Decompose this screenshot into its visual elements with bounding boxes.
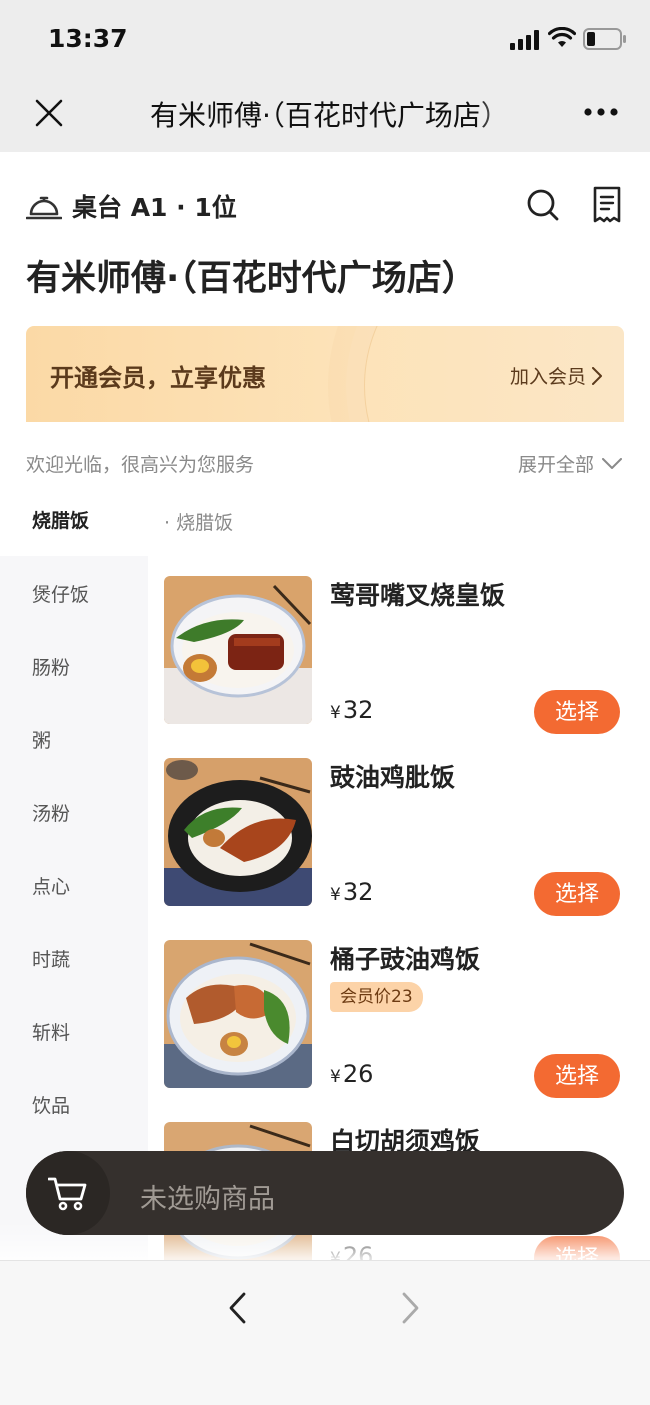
cart-button[interactable] bbox=[26, 1151, 110, 1235]
category-item-active[interactable]: 烧腊饭 bbox=[0, 482, 148, 556]
category-item[interactable]: 煲仔饭 bbox=[32, 580, 89, 607]
nav-title: 有米师傅·（百花时代广场店） bbox=[150, 99, 509, 132]
browser-toolbar bbox=[0, 1260, 650, 1405]
chevron-right-icon bbox=[592, 366, 602, 385]
price-value: 32 bbox=[342, 696, 374, 724]
currency-symbol: ¥ bbox=[330, 703, 341, 723]
member-price-badge: 会员价23 bbox=[330, 982, 423, 1012]
dish-photo bbox=[164, 576, 312, 724]
category-item[interactable]: 饮品 bbox=[32, 1091, 70, 1118]
service-bell-icon bbox=[26, 196, 62, 220]
dish-photo bbox=[164, 758, 312, 906]
select-button[interactable]: 选择 bbox=[534, 690, 620, 734]
receipt-icon[interactable] bbox=[592, 186, 622, 224]
battery-icon bbox=[583, 28, 626, 50]
category-item[interactable]: 肠粉 bbox=[32, 653, 70, 680]
dish-name: 豉油鸡肶饭 bbox=[330, 763, 456, 792]
join-membership-link[interactable]: 加入会员 bbox=[510, 362, 602, 389]
dish-name: 桶子豉油鸡饭 bbox=[330, 945, 481, 974]
nav-bar: 有米师傅·（百花时代广场店） bbox=[0, 78, 650, 152]
cart-icon bbox=[48, 1177, 87, 1211]
search-icon[interactable] bbox=[526, 188, 560, 222]
category-section-title: · 烧腊饭 bbox=[164, 512, 234, 534]
join-membership-label: 加入会员 bbox=[509, 366, 586, 388]
dish-card[interactable]: 豉油鸡肶饭 ¥32 选择 bbox=[164, 758, 624, 916]
forward-arrow-icon[interactable] bbox=[400, 1291, 422, 1325]
category-item[interactable]: 斩料 bbox=[32, 1018, 70, 1045]
category-item[interactable]: 汤粉 bbox=[32, 799, 70, 826]
currency-symbol: ¥ bbox=[330, 1067, 341, 1087]
shop-name: 有米师傅·（百花时代广场店） bbox=[26, 259, 477, 299]
membership-promo-text: 开通会员，立享优惠 bbox=[50, 364, 266, 392]
dish-name: 莺哥嘴叉烧皇饭 bbox=[330, 581, 506, 610]
select-button[interactable]: 选择 bbox=[534, 1054, 620, 1098]
dish-price: ¥26 bbox=[330, 1060, 373, 1088]
price-value: 32 bbox=[342, 878, 374, 906]
currency-symbol: ¥ bbox=[330, 885, 341, 905]
welcome-text: 欢迎光临，很高兴为您服务 bbox=[26, 454, 255, 476]
close-icon[interactable] bbox=[34, 98, 64, 128]
expand-all-label: 展开全部 bbox=[517, 454, 594, 476]
category-item[interactable]: 粥 bbox=[32, 726, 51, 753]
dish-card[interactable]: 桶子豉油鸡饭 会员价23 ¥26 选择 bbox=[164, 940, 624, 1098]
table-info: 桌台 A1 · 1位 bbox=[26, 188, 237, 224]
table-label: 桌台 A1 · 1位 bbox=[72, 193, 237, 222]
cart-empty-text: 未选购商品 bbox=[140, 1184, 275, 1215]
wifi-icon bbox=[548, 27, 576, 47]
menu-page: 桌台 A1 · 1位 有米师傅·（百花时代广场店） 开通会员，立享优惠 加入会员… bbox=[0, 152, 650, 1260]
expand-all-button[interactable]: 展开全部 bbox=[518, 450, 622, 477]
cart-bar[interactable]: 未选购商品 bbox=[26, 1151, 624, 1235]
status-time: 13:37 bbox=[48, 24, 128, 53]
signal-icon bbox=[510, 30, 539, 50]
more-icon[interactable] bbox=[584, 107, 618, 117]
membership-banner[interactable]: 开通会员，立享优惠 加入会员 bbox=[26, 326, 624, 422]
back-arrow-icon[interactable] bbox=[226, 1291, 248, 1325]
dish-price: ¥32 bbox=[330, 696, 373, 724]
chevron-down-icon bbox=[602, 457, 622, 469]
status-bar: 13:37 bbox=[0, 0, 650, 78]
select-button[interactable]: 选择 bbox=[534, 872, 620, 916]
dish-price: ¥32 bbox=[330, 878, 373, 906]
dish-photo bbox=[164, 940, 312, 1088]
category-item[interactable]: 点心 bbox=[32, 872, 70, 899]
category-item[interactable]: 时蔬 bbox=[32, 945, 70, 972]
dish-card[interactable]: 莺哥嘴叉烧皇饭 ¥32 选择 bbox=[164, 576, 624, 734]
price-value: 26 bbox=[342, 1060, 374, 1088]
category-label: 烧腊饭 bbox=[32, 510, 90, 532]
